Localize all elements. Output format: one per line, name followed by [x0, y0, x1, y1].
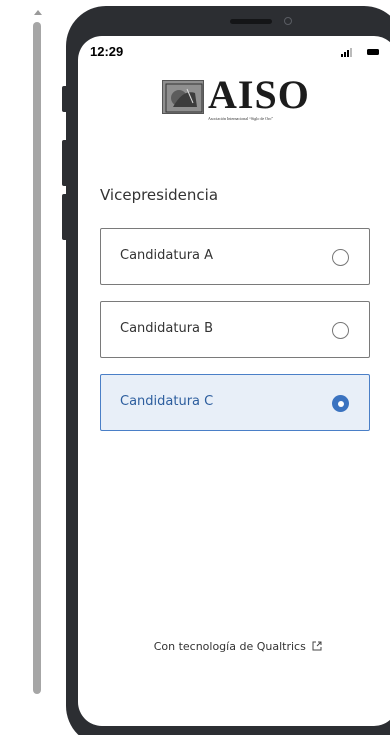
- choice-candidatura-b[interactable]: Candidatura B: [100, 301, 370, 358]
- choice-label: Candidatura C: [120, 394, 214, 409]
- footer-link[interactable]: Con tecnología de Qualtrics: [154, 640, 306, 653]
- radio-button[interactable]: [332, 249, 349, 266]
- external-link-icon[interactable]: [312, 641, 322, 651]
- phone-side-button: [62, 194, 68, 240]
- question-title: Vicepresidencia: [100, 186, 219, 204]
- choice-label: Candidatura A: [120, 248, 214, 263]
- phone-camera: [284, 17, 292, 25]
- logo-subtitle: Asociación Internacional “Siglo de Oro”: [208, 116, 274, 121]
- phone-speaker: [230, 19, 272, 24]
- scrollbar-thumb[interactable]: [33, 22, 41, 694]
- signal-icon: [341, 48, 352, 57]
- radio-button[interactable]: [332, 322, 349, 339]
- survey-logo: AISO Asociación Internacional “Siglo de …: [162, 74, 312, 124]
- footer: Con tecnología de Qualtrics: [78, 640, 390, 653]
- battery-icon: [367, 49, 379, 55]
- phone-screen: 12:29 AISO Asociación Internacional “Sig…: [78, 36, 390, 726]
- choice-label: Candidatura B: [120, 321, 214, 336]
- choice-candidatura-a[interactable]: Candidatura A: [100, 228, 370, 285]
- page: ← → 12:29 AISO Asociación Internacio: [0, 0, 390, 735]
- radio-button-selected[interactable]: [332, 395, 349, 412]
- logo-text: AISO: [208, 72, 310, 117]
- scroll-up-arrow-icon[interactable]: [34, 10, 42, 15]
- choice-candidatura-c[interactable]: Candidatura C: [100, 374, 370, 431]
- phone-side-button: [62, 140, 68, 186]
- status-time: 12:29: [90, 44, 124, 59]
- logo-emblem-icon: [162, 80, 204, 114]
- phone-side-button: [62, 86, 68, 112]
- radio-selected-dot: [337, 400, 344, 407]
